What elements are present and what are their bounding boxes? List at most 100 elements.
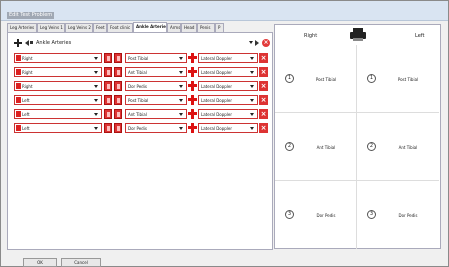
method-select[interactable]: Lateral Doppler <box>198 109 258 119</box>
side-select[interactable]: Right <box>14 53 102 63</box>
method-select[interactable]: Lateral Doppler <box>198 67 258 77</box>
vessel-cell[interactable]: 2 Ant Tibial <box>357 113 439 181</box>
tab-ankle-arteries[interactable]: Ankle Arteries <box>133 22 167 32</box>
delete-x-icon[interactable]: × <box>259 67 268 77</box>
ok-button[interactable]: OK <box>23 258 57 267</box>
arrow-right-icon[interactable] <box>255 40 259 46</box>
add-method-icon[interactable] <box>188 109 197 119</box>
measurement-row: Right Dor Pedis Lateral Doppler × <box>14 81 268 91</box>
add-method-icon[interactable] <box>188 95 197 105</box>
tab-foot-clinic[interactable]: Foot clinic <box>107 23 133 32</box>
arrow-left-icon[interactable] <box>25 40 29 46</box>
tab-leg-veins-1[interactable]: Leg Veins 1 <box>37 23 65 32</box>
printer-icon[interactable] <box>350 28 366 41</box>
cancel-button[interactable]: Cancel <box>61 258 101 267</box>
vessel-label: Dor Pedis <box>316 213 336 218</box>
chevron-down-icon <box>94 85 98 88</box>
tab-strip: Leg Arteries Leg Veins 1 Leg Veins 2 Fee… <box>7 22 275 32</box>
value-field[interactable] <box>104 109 112 119</box>
side-select[interactable]: Left <box>14 95 102 105</box>
tab-leg-veins-2[interactable]: Leg Veins 2 <box>65 23 93 32</box>
value-field[interactable] <box>114 109 122 119</box>
vessel-cell[interactable]: 3 Dor Pedis <box>275 181 357 249</box>
vessel-cell[interactable]: 3 Dor Pedis <box>357 181 439 249</box>
vessel-cell[interactable]: 2 Ant Tibial <box>275 113 357 181</box>
method-select[interactable]: Lateral Doppler <box>198 95 258 105</box>
close-circle-icon[interactable]: × <box>262 39 270 47</box>
method-select[interactable]: Lateral Doppler <box>198 53 258 63</box>
side-select[interactable]: Right <box>14 67 102 77</box>
red-marker-icon <box>16 111 21 117</box>
method-select[interactable]: Lateral Doppler <box>198 81 258 91</box>
chevron-down-icon[interactable] <box>249 41 253 44</box>
side-select[interactable]: Left <box>14 109 102 119</box>
value-field[interactable] <box>104 123 112 133</box>
add-method-icon[interactable] <box>188 123 197 133</box>
artery-selector[interactable]: Ankle Arteries <box>36 40 71 46</box>
value-field[interactable] <box>114 95 122 105</box>
add-method-icon[interactable] <box>188 67 197 77</box>
vessel-select[interactable]: Post Tibial <box>125 53 187 63</box>
vessel-cell[interactable]: 1 Post Tibial <box>275 45 357 113</box>
position-badge: 3 <box>367 210 376 219</box>
measurement-row: Left Post Tibial Lateral Doppler × <box>14 95 268 105</box>
title-bar: Edit Test Problem <box>1 1 448 21</box>
delete-x-icon[interactable]: × <box>259 109 268 119</box>
chevron-down-icon <box>179 99 183 102</box>
method-select[interactable]: Lateral Doppler <box>198 123 258 133</box>
window-title: Edit Test Problem <box>7 12 55 19</box>
value-field[interactable] <box>104 67 112 77</box>
chevron-down-icon <box>250 99 254 102</box>
vessel-label: Ant Tibial <box>316 145 336 150</box>
chevron-down-icon <box>250 85 254 88</box>
vessel-select[interactable]: Post Tibial <box>125 95 187 105</box>
tab-leg-arteries[interactable]: Leg Arteries <box>7 23 37 32</box>
tab-penis[interactable]: Penis <box>197 23 215 32</box>
red-marker-icon <box>16 125 21 131</box>
vessel-cell[interactable]: 1 Post Tibial <box>357 45 439 113</box>
value-field[interactable] <box>104 95 112 105</box>
value-field[interactable] <box>104 53 112 63</box>
position-badge: 2 <box>285 142 294 151</box>
position-badge: 2 <box>367 142 376 151</box>
chevron-down-icon <box>179 113 183 116</box>
left-side-label: Left <box>415 33 425 39</box>
diagram-header: Right Left <box>275 25 440 45</box>
vessel-select[interactable]: Dor Pedis <box>125 123 187 133</box>
side-select[interactable]: Left <box>14 123 102 133</box>
chevron-down-icon <box>94 113 98 116</box>
delete-x-icon[interactable]: × <box>259 81 268 91</box>
delete-x-icon[interactable]: × <box>259 123 268 133</box>
value-field[interactable] <box>114 81 122 91</box>
red-marker-icon <box>16 83 21 89</box>
chevron-down-icon <box>94 57 98 60</box>
measurement-row: Left Dor Pedis Lateral Doppler × <box>14 123 268 133</box>
chevron-down-icon <box>179 71 183 74</box>
position-badge: 1 <box>285 74 294 83</box>
delete-x-icon[interactable]: × <box>259 53 268 63</box>
delete-x-icon[interactable]: × <box>259 95 268 105</box>
vessel-select[interactable]: Ant Tibial <box>125 109 187 119</box>
chevron-down-icon <box>179 127 183 130</box>
vessel-select[interactable]: Dor Pedis <box>125 81 187 91</box>
add-method-icon[interactable] <box>188 81 197 91</box>
edit-test-problem-window: Edit Test Problem Leg Arteries Leg Veins… <box>0 0 449 267</box>
vessel-label: Post Tibial <box>315 77 337 82</box>
value-field[interactable] <box>114 53 122 63</box>
side-select[interactable]: Right <box>14 81 102 91</box>
add-method-icon[interactable] <box>188 53 197 63</box>
tab-p[interactable]: P <box>215 23 224 32</box>
tab-feet[interactable]: Feet <box>93 23 107 32</box>
tab-arms[interactable]: Arms <box>167 23 181 32</box>
vessel-grid: 1 Post Tibial 1 Post Tibial 2 Ant Tibial 2 A… <box>275 45 440 249</box>
tab-head[interactable]: Head <box>181 23 197 32</box>
chevron-down-icon <box>179 85 183 88</box>
panel-header: Ankle Arteries × <box>14 39 270 47</box>
add-icon[interactable] <box>14 39 22 47</box>
chevron-down-icon <box>179 57 183 60</box>
value-field[interactable] <box>104 81 112 91</box>
value-field[interactable] <box>114 67 122 77</box>
value-field[interactable] <box>114 123 122 133</box>
chevron-down-icon <box>250 57 254 60</box>
vessel-select[interactable]: Ant Tibial <box>125 67 187 77</box>
